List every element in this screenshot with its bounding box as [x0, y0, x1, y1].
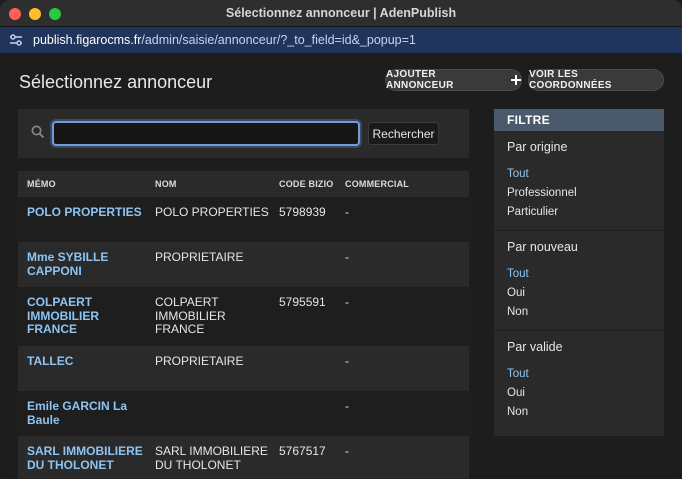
window-controls [9, 8, 61, 20]
row-nom: SARL IMMOBILIERE DU THOLONET [155, 444, 268, 472]
column-header-code-bizio[interactable]: CODE BIZIO [279, 179, 334, 189]
search-input[interactable] [52, 121, 360, 146]
filter-group-title: Par origine [507, 140, 568, 154]
filter-option-origine-particulier[interactable]: Particulier [507, 203, 664, 222]
search-panel: Rechercher [18, 109, 469, 158]
filter-group-valide: Par valide Tout Oui Non [494, 331, 664, 430]
search-button[interactable]: Rechercher [368, 122, 439, 145]
page-title: Sélectionnez annonceur [19, 72, 213, 92]
filter-option-nouveau-tout[interactable]: Tout [507, 265, 664, 284]
row-memo-link[interactable]: COLPAERT IMMOBILIER FRANCE [27, 295, 145, 337]
filter-option-nouveau-oui[interactable]: Oui [507, 284, 664, 303]
close-window-button[interactable] [9, 8, 21, 20]
table-row: POLO PROPERTIES POLO PROPERTIES 5798939 … [18, 197, 469, 242]
browser-window: Sélectionnez annonceur | AdenPublish pub… [0, 0, 682, 479]
address-bar[interactable]: publish.figarocms.fr/admin/saisie/annonc… [0, 27, 682, 54]
column-header-memo[interactable]: MÉMO [27, 179, 56, 189]
row-commercial: - [345, 354, 349, 368]
row-nom: POLO PROPERTIES [155, 205, 269, 219]
row-memo-link[interactable]: Emile GARCIN La Baule [27, 399, 145, 427]
filter-title: FILTRE [494, 109, 664, 131]
row-memo-link[interactable]: Mme SYBILLE CAPPONI [27, 250, 145, 278]
row-memo-link[interactable]: SARL IMMOBILIERE DU THOLONET [27, 444, 145, 472]
row-nom: PROPRIETAIRE [155, 250, 244, 264]
row-code: 5795591 [279, 295, 326, 309]
row-nom: PROPRIETAIRE [155, 354, 244, 368]
row-commercial: - [345, 250, 349, 264]
zoom-window-button[interactable] [49, 8, 61, 20]
filter-group-origine: Par origine Tout Professionnel Particuli… [494, 131, 664, 231]
title-bar: Sélectionnez annonceur | AdenPublish [0, 0, 682, 27]
row-code: 5767517 [279, 444, 326, 458]
advertiser-table: MÉMO NOM CODE BIZIO COMMERCIAL POLO PROP… [18, 171, 469, 479]
row-memo-link[interactable]: TALLEC [27, 354, 145, 369]
view-coordinates-label: VOIR LES COORDONNÉES [529, 69, 612, 91]
filter-group-nouveau: Par nouveau Tout Oui Non [494, 231, 664, 331]
row-code: 5798939 [279, 205, 326, 219]
page-content: Sélectionnez annonceur AJOUTER ANNONCEUR… [0, 56, 682, 479]
row-commercial: - [345, 295, 349, 309]
table-row: COLPAERT IMMOBILIER FRANCE COLPAERT IMMO… [18, 287, 469, 346]
row-memo-link[interactable]: POLO PROPERTIES [27, 205, 145, 220]
filter-option-valide-tout[interactable]: Tout [507, 365, 664, 384]
search-icon [31, 125, 45, 139]
plus-icon [511, 74, 521, 87]
view-coordinates-button[interactable]: VOIR LES COORDONNÉES [528, 69, 664, 91]
filter-option-origine-professionnel[interactable]: Professionnel [507, 184, 664, 203]
filter-panel: FILTRE Par origine Tout Professionnel Pa… [494, 109, 664, 436]
url-host: publish.figarocms.fr [33, 33, 142, 47]
row-nom: COLPAERT IMMOBILIER FRANCE [155, 295, 226, 336]
minimize-window-button[interactable] [29, 8, 41, 20]
column-header-nom[interactable]: NOM [155, 179, 177, 189]
row-commercial: - [345, 444, 349, 458]
filter-group-title: Par nouveau [507, 240, 578, 254]
row-commercial: - [345, 399, 349, 413]
url-text[interactable]: publish.figarocms.fr/admin/saisie/annonc… [33, 33, 416, 47]
filter-group-title: Par valide [507, 340, 563, 354]
filter-option-valide-non[interactable]: Non [507, 403, 664, 422]
table-row: Emile GARCIN La Baule - [18, 391, 469, 436]
row-commercial: - [345, 205, 349, 219]
table-row: SARL IMMOBILIERE DU THOLONET SARL IMMOBI… [18, 436, 469, 479]
filter-option-valide-oui[interactable]: Oui [507, 384, 664, 403]
filter-option-origine-tout[interactable]: Tout [507, 165, 664, 184]
site-settings-icon[interactable] [9, 33, 23, 47]
window-title: Sélectionnez annonceur | AdenPublish [225, 6, 457, 20]
column-header-commercial[interactable]: COMMERCIAL [345, 179, 409, 189]
table-row: TALLEC PROPRIETAIRE - [18, 346, 469, 391]
filter-option-nouveau-non[interactable]: Non [507, 303, 664, 322]
add-advertiser-button[interactable]: AJOUTER ANNONCEUR [385, 69, 522, 91]
table-row: Mme SYBILLE CAPPONI PROPRIETAIRE - [18, 242, 469, 287]
add-advertiser-label: AJOUTER ANNONCEUR [386, 69, 454, 91]
url-path: /admin/saisie/annonceur/?_to_field=id&_p… [141, 33, 416, 47]
table-header: MÉMO NOM CODE BIZIO COMMERCIAL [18, 171, 469, 197]
